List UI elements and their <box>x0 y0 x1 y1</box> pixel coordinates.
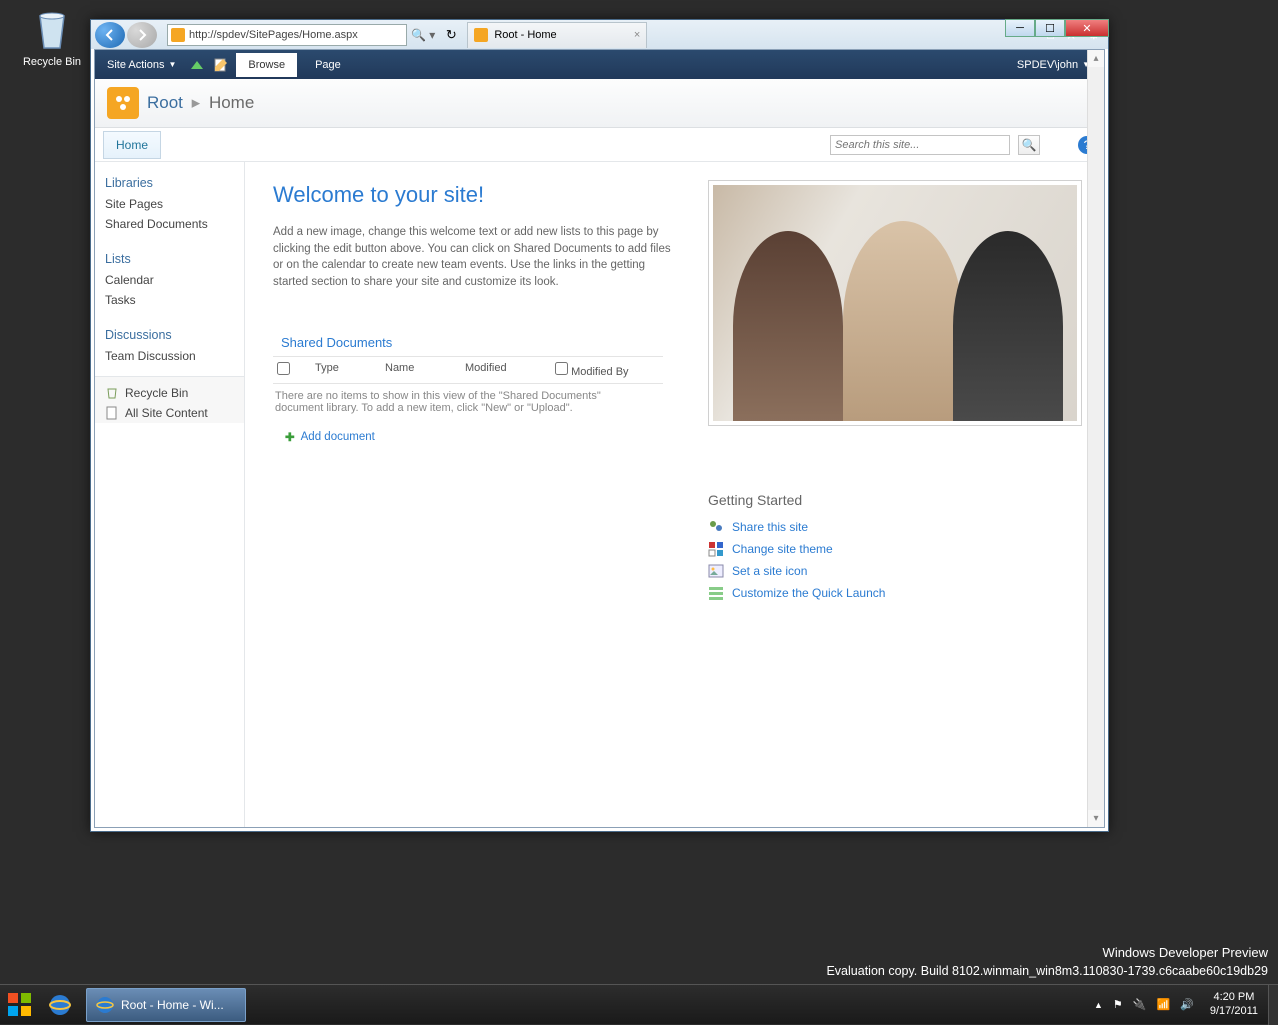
ie-icon <box>95 995 115 1015</box>
plus-icon: ✚ <box>285 430 295 444</box>
hero-image <box>708 180 1082 426</box>
watermark-line1: Windows Developer Preview <box>1103 945 1268 960</box>
nav-header-libraries[interactable]: Libraries <box>95 172 244 194</box>
scroll-up-icon[interactable]: ▴ <box>1088 50 1104 67</box>
nav-team-discussion[interactable]: Team Discussion <box>95 346 244 366</box>
user-label: SPDEV\john <box>1017 59 1078 71</box>
crumb-current: Home <box>209 93 254 112</box>
gs-set-icon[interactable]: Set a site icon <box>708 560 1082 582</box>
site-favicon-icon <box>171 28 185 42</box>
search-icon: 🔍 <box>1022 138 1037 152</box>
col-type[interactable]: Type <box>315 362 365 378</box>
search-glyph-icon[interactable]: 🔍 ▾ <box>407 28 439 42</box>
top-bar: Home 🔍 ? <box>95 128 1104 162</box>
chevron-right-icon: ▸ <box>192 93 201 112</box>
nav-calendar[interactable]: Calendar <box>95 270 244 290</box>
gs-share-site[interactable]: Share this site <box>708 516 1082 538</box>
sp-ribbon: Site Actions ▼ Browse Page SPDEV\john ▼ <box>95 50 1104 79</box>
col-modified-by[interactable]: Modified By <box>571 366 628 378</box>
recycle-bin-label: Recycle Bin <box>20 56 84 68</box>
theme-icon <box>708 541 724 557</box>
quick-launch: Libraries Site Pages Shared Documents Li… <box>95 162 245 827</box>
image-icon <box>708 563 724 579</box>
maximize-button[interactable]: ☐ <box>1035 19 1065 37</box>
power-icon[interactable]: 🔌 <box>1133 998 1147 1011</box>
crumb-root[interactable]: Root <box>147 93 183 112</box>
main-content: Welcome to your site! Add a new image, c… <box>245 162 1104 827</box>
site-actions-menu[interactable]: Site Actions ▼ <box>101 56 182 74</box>
tray-expand-icon[interactable]: ▲ <box>1094 1000 1103 1010</box>
nav-recycle-bin[interactable]: Recycle Bin <box>95 383 244 403</box>
breadcrumb: Root ▸ Home <box>147 93 254 113</box>
chevron-down-icon: ▼ <box>168 60 176 69</box>
back-button[interactable] <box>95 22 125 48</box>
taskbar-active-window[interactable]: Root - Home - Wi... <box>86 988 246 1022</box>
user-menu[interactable]: SPDEV\john ▼ <box>1009 59 1098 71</box>
taskbar: Root - Home - Wi... ▲ ⚑ 🔌 📶 🔊 4:20 PM 9/… <box>0 984 1278 1024</box>
site-actions-label: Site Actions <box>107 59 164 71</box>
tab-favicon-icon <box>474 28 488 42</box>
show-desktop-button[interactable] <box>1268 985 1278 1025</box>
system-tray: ▲ ⚑ 🔌 📶 🔊 4:20 PM 9/17/2011 <box>1094 991 1268 1017</box>
taskbar-ie-pinned[interactable] <box>40 988 80 1022</box>
ie-window: http://spdev/SitePages/Home.aspx 🔍 ▾ ↻ R… <box>90 19 1109 832</box>
clock-time: 4:20 PM <box>1210 991 1258 1004</box>
close-button[interactable]: ✕ <box>1065 19 1109 37</box>
minimize-button[interactable]: ─ <box>1005 19 1035 37</box>
gs-customize-quick-launch[interactable]: Customize the Quick Launch <box>708 582 1082 604</box>
flag-icon[interactable]: ⚑ <box>1113 998 1123 1011</box>
recycle-bin-icon <box>28 6 76 54</box>
refresh-button[interactable]: ↻ <box>441 25 461 45</box>
ie-titlebar: http://spdev/SitePages/Home.aspx 🔍 ▾ ↻ R… <box>91 20 1108 49</box>
col-modifiedby-checkbox[interactable] <box>555 362 568 375</box>
scrollbar[interactable]: ▴ ▾ <box>1087 50 1104 827</box>
sharepoint-page: Site Actions ▼ Browse Page SPDEV\john ▼ … <box>94 49 1105 828</box>
browser-tab[interactable]: Root - Home × <box>467 22 647 48</box>
nav-header-lists[interactable]: Lists <box>95 248 244 270</box>
search-go-button[interactable]: 🔍 <box>1018 135 1040 155</box>
add-document-link[interactable]: ✚ Add document <box>273 430 1076 444</box>
clock-date: 9/17/2011 <box>1210 1005 1258 1018</box>
gs-change-theme[interactable]: Change site theme <box>708 538 1082 560</box>
nav-header-discussions[interactable]: Discussions <box>95 324 244 346</box>
navigate-up-icon[interactable] <box>188 56 206 74</box>
volume-icon[interactable]: 🔊 <box>1180 998 1194 1011</box>
network-icon[interactable]: 📶 <box>1156 998 1170 1011</box>
document-icon <box>105 406 119 420</box>
recycle-bin-desktop[interactable]: Recycle Bin <box>20 6 84 68</box>
nav-all-site-content[interactable]: All Site Content <box>95 403 244 423</box>
tab-title: Root - Home <box>494 29 556 41</box>
shared-documents-table: Type Name Modified Modified By There are… <box>273 356 663 420</box>
select-all-checkbox[interactable] <box>277 362 290 375</box>
scroll-down-icon[interactable]: ▾ <box>1088 810 1104 827</box>
tab-browse[interactable]: Browse <box>236 53 297 77</box>
nav-tasks[interactable]: Tasks <box>95 290 244 310</box>
address-bar[interactable]: http://spdev/SitePages/Home.aspx <box>167 24 407 46</box>
title-area: Root ▸ Home <box>95 79 1104 128</box>
tab-close-icon[interactable]: × <box>634 29 640 41</box>
col-modified[interactable]: Modified <box>465 362 535 378</box>
col-name[interactable]: Name <box>385 362 445 378</box>
topnav-home[interactable]: Home <box>103 131 161 159</box>
getting-started-panel: Getting Started Share this site Change s… <box>708 492 1082 604</box>
nav-shared-documents[interactable]: Shared Documents <box>95 214 244 234</box>
clock[interactable]: 4:20 PM 9/17/2011 <box>1204 991 1264 1017</box>
recycle-bin-icon <box>105 386 119 400</box>
getting-started-title: Getting Started <box>708 492 1082 508</box>
site-logo-icon[interactable] <box>107 87 139 119</box>
watermark-line2: Evaluation copy. Build 8102.winmain_win8… <box>826 964 1268 978</box>
share-icon <box>708 519 724 535</box>
edit-page-icon[interactable] <box>212 56 230 74</box>
forward-button[interactable] <box>127 22 157 48</box>
nav-site-pages[interactable]: Site Pages <box>95 194 244 214</box>
start-button[interactable] <box>0 985 40 1025</box>
list-icon <box>708 585 724 601</box>
taskbar-active-label: Root - Home - Wi... <box>121 998 224 1012</box>
url-text: http://spdev/SitePages/Home.aspx <box>189 29 358 41</box>
empty-message: There are no items to show in this view … <box>273 384 643 420</box>
search-input[interactable] <box>830 135 1010 155</box>
tab-page[interactable]: Page <box>303 53 353 77</box>
welcome-body: Add a new image, change this welcome tex… <box>273 224 673 291</box>
